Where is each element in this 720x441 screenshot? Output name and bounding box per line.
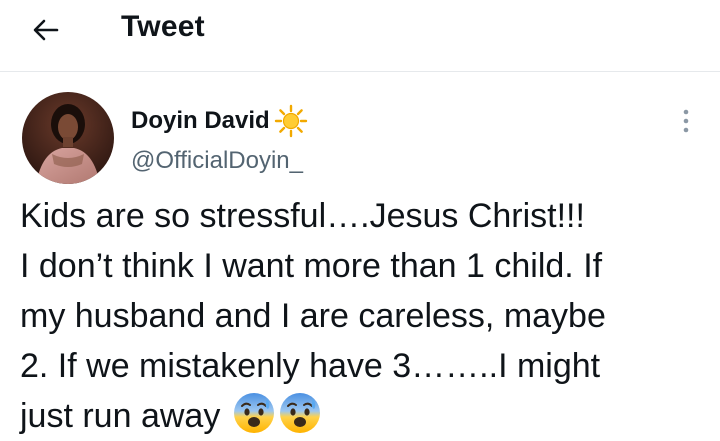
profile-avatar-image [22,92,114,184]
tweet-text-line: I don’t think I want more than 1 child. … [20,247,603,285]
tweet-text: Kids are so stressful….Jesus Christ!!! I… [20,191,710,441]
more-options-button[interactable] [672,104,700,138]
anxious-face-with-sweat-emoji [279,393,320,433]
tweet-text-line: just run away [20,397,221,435]
avatar[interactable] [22,92,114,184]
tweet-text-line: my husband and I are careless, maybe [20,297,606,335]
tweet-text-line: 2. If we mistakenly have 3……..I might [20,347,601,385]
tweet-text-line: Kids are so stressful….Jesus Christ!!! [20,197,585,235]
more-vertical-icon [683,109,689,133]
arrow-left-icon [33,19,59,41]
top-bar: Tweet [0,0,720,72]
back-button[interactable] [28,12,64,48]
anxious-face-with-sweat-emoji [233,393,274,433]
author-handle[interactable]: @OfficialDoyin_ [131,147,303,175]
author-name-row[interactable]: Doyin David [131,104,308,138]
author-display-name: Doyin David [131,107,270,134]
sun-emoji-icon [274,104,307,138]
page-title: Tweet [121,10,205,43]
tweet-text-last-line: just run away [20,391,710,441]
